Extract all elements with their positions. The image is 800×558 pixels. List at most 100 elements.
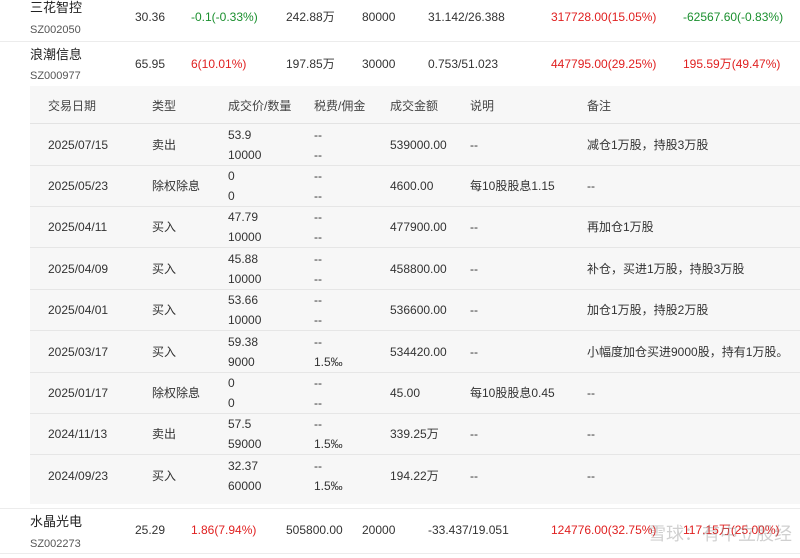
shares: 80000 (362, 10, 396, 24)
tx-price: 0 (228, 376, 235, 390)
tx-amount: 539000.00 (390, 138, 447, 152)
tx-qty: 0 (228, 189, 235, 203)
transaction-detail-panel: 交易日期 类型 成交价/数量 税费/佣金 成交金额 说明 备注 2025/07/… (30, 86, 800, 504)
tx-tax: -- (314, 376, 322, 390)
holding-row-inspur[interactable]: 浪潮信息 SZ000977 65.95 6(10.01%) 197.85万 30… (0, 42, 800, 86)
tx-type: 卖出 (152, 138, 177, 152)
tx-note: -- (587, 386, 595, 400)
market-value: 505800.00 (286, 523, 343, 537)
tx-type: 买入 (152, 220, 177, 234)
tx-type: 卖出 (152, 427, 177, 441)
tx-qty: 59000 (228, 437, 262, 451)
day-pnl: 195.59万(49.47%) (683, 57, 781, 71)
tx-tax: -- (314, 128, 322, 142)
holding-row-sanhua[interactable]: 三花智控 SZ002050 30.36 -0.1(-0.33%) 242.88万… (0, 0, 800, 42)
tx-tax: -- (314, 459, 322, 473)
tx-tax: -- (314, 293, 322, 307)
watermark: 雪球：有中立股经 (648, 524, 792, 544)
tx-type: 买入 (152, 262, 177, 276)
tx-amount: 477900.00 (390, 220, 447, 234)
stock-code: SZ000977 (30, 70, 81, 82)
tx-date: 2025/05/23 (48, 179, 109, 193)
tx-fee: -- (314, 272, 322, 286)
tx-qty: 10000 (228, 230, 262, 244)
header-amount: 成交金额 (390, 99, 439, 113)
table-row[interactable]: 2025/01/17 除权除息 0 0 -- -- 45.00 每10股股息0.… (30, 373, 800, 414)
tx-note: 补仓，买进1万股，持股3万股 (587, 262, 745, 276)
tx-fee: 1.5‰ (314, 479, 343, 493)
tx-price: 32.37 (228, 459, 259, 473)
tx-note: 减仓1万股，持股3万股 (587, 138, 709, 152)
header-note: 备注 (587, 99, 612, 113)
header-price-qty: 成交价/数量 (228, 99, 292, 113)
tx-date: 2025/04/09 (48, 262, 109, 276)
header-desc: 说明 (470, 99, 495, 113)
tx-price: 59.38 (228, 335, 259, 349)
tx-note: -- (587, 469, 595, 483)
cost: 31.142/26.388 (428, 10, 505, 24)
tx-fee: -- (314, 313, 322, 327)
tx-tax: -- (314, 335, 322, 349)
table-row[interactable]: 2024/09/23 买入 32.37 60000 -- 1.5‰ 194.22… (30, 455, 800, 497)
tx-fee: -- (314, 189, 322, 203)
tx-amount: 534420.00 (390, 345, 447, 359)
tx-qty: 10000 (228, 148, 262, 162)
tx-price: 0 (228, 169, 235, 183)
tx-type: 买入 (152, 303, 177, 317)
tx-fee: 1.5‰ (314, 437, 343, 451)
tx-note: -- (587, 179, 595, 193)
shares: 20000 (362, 523, 396, 537)
tx-date: 2024/09/23 (48, 469, 109, 483)
table-row[interactable]: 2025/04/11 买入 47.79 10000 -- -- 477900.0… (30, 207, 800, 248)
tx-type: 除权除息 (152, 179, 201, 193)
tx-amount: 45.00 (390, 386, 421, 400)
table-row[interactable]: 2025/04/09 买入 45.88 10000 -- -- 458800.0… (30, 248, 800, 290)
tx-note: -- (587, 427, 595, 441)
tx-desc: -- (470, 138, 478, 152)
stock-code: SZ002050 (30, 24, 81, 36)
tx-amount: 194.22万 (390, 469, 439, 483)
tx-date: 2025/03/17 (48, 345, 109, 359)
transaction-table-header: 交易日期 类型 成交价/数量 税费/佣金 成交金额 说明 备注 (30, 86, 800, 124)
stock-name[interactable]: 浪潮信息 (30, 47, 82, 63)
tx-tax: -- (314, 417, 322, 431)
tx-qty: 60000 (228, 479, 262, 493)
tx-note: 加仓1万股，持股2万股 (587, 303, 709, 317)
table-row[interactable]: 2025/04/01 买入 53.66 10000 -- -- 536600.0… (30, 290, 800, 331)
tx-price: 57.5 (228, 417, 252, 431)
tx-fee: 1.5‰ (314, 355, 343, 369)
table-row[interactable]: 2025/05/23 除权除息 0 0 -- -- 4600.00 每10股股息… (30, 166, 800, 207)
table-row[interactable]: 2024/11/13 卖出 57.5 59000 -- 1.5‰ 339.25万… (30, 414, 800, 455)
header-tax-fee: 税费/佣金 (314, 99, 366, 113)
tx-note: 再加仓1万股 (587, 220, 654, 234)
day-pnl: -62567.60(-0.83%) (683, 10, 784, 24)
tx-desc: -- (470, 262, 478, 276)
header-date: 交易日期 (48, 99, 97, 113)
tx-date: 2025/01/17 (48, 386, 109, 400)
tx-qty: 0 (228, 396, 235, 410)
float-pnl: 447795.00(29.25%) (551, 57, 657, 71)
market-value: 197.85万 (286, 57, 335, 71)
tx-desc: 每10股股息0.45 (470, 386, 555, 400)
tx-desc: -- (470, 303, 478, 317)
tx-date: 2024/11/13 (48, 427, 108, 441)
stock-name[interactable]: 三花智控 (30, 0, 82, 16)
stock-price: 30.36 (135, 10, 166, 24)
stock-price: 65.95 (135, 57, 166, 71)
stock-name[interactable]: 水晶光电 (30, 514, 82, 530)
tx-amount: 339.25万 (390, 427, 439, 441)
tx-fee: -- (314, 148, 322, 162)
tx-type: 买入 (152, 469, 177, 483)
cost: 0.753/51.023 (428, 57, 499, 71)
table-row[interactable]: 2025/07/15 卖出 53.9 10000 -- -- 539000.00… (30, 124, 800, 166)
table-row[interactable]: 2025/03/17 买入 59.38 9000 -- 1.5‰ 534420.… (30, 331, 800, 373)
tx-desc: -- (470, 469, 478, 483)
stock-code: SZ002273 (30, 538, 81, 550)
cost: -33.437/19.051 (428, 523, 509, 537)
market-value: 242.88万 (286, 10, 335, 24)
tx-note: 小幅度加仓买进9000股，持有1万股。 (587, 345, 789, 359)
header-type: 类型 (152, 99, 177, 113)
tx-desc: 每10股股息1.15 (470, 179, 555, 193)
stock-change: 1.86(7.94%) (191, 523, 257, 537)
shares: 30000 (362, 57, 396, 71)
